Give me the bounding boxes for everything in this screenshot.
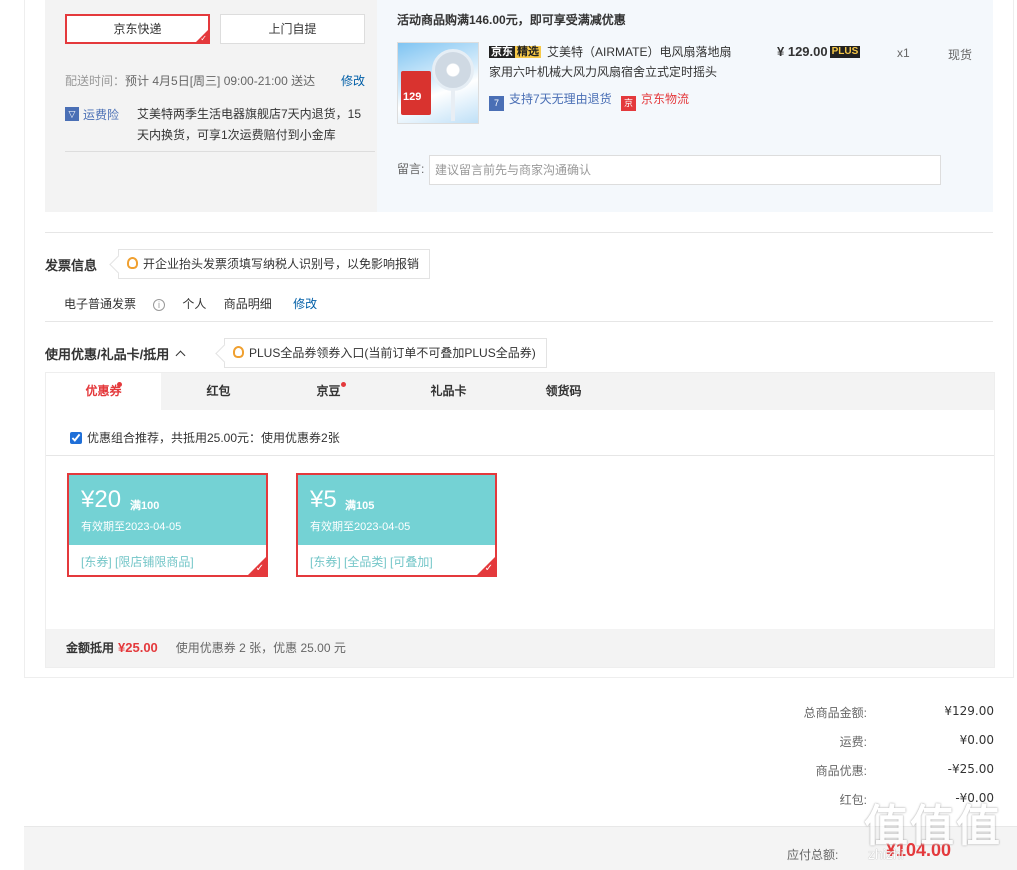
memo-label: 留言:: [397, 162, 425, 176]
coupon-amount: ¥5: [310, 486, 337, 513]
watermark-site: zhizhi: [868, 846, 904, 862]
modify-invoice-link[interactable]: 修改: [293, 297, 317, 311]
service-return: 支持7天无理由退货: [509, 92, 612, 106]
summary-desc: 使用优惠券 2 张，优惠 25.00 元: [175, 641, 346, 655]
info-icon[interactable]: i: [153, 299, 166, 311]
tab-coupons[interactable]: 优惠券: [46, 373, 161, 410]
coupon-summary: 金额抵用 ¥25.00 使用优惠券 2 张，优惠 25.00 元: [46, 629, 994, 667]
stock-status: 现货: [948, 48, 973, 62]
service-logistics: 京东物流: [641, 92, 690, 106]
self-pickup-option[interactable]: 上门自提: [220, 14, 365, 44]
delivery-time-value: 预计 4月5日[周三] 09:00-21:00 送达: [125, 74, 316, 88]
delivery-time: 配送时间：预计 4月5日[周三] 09:00-21:00 送达 修改: [65, 72, 375, 89]
check-icon: ✓: [255, 563, 264, 574]
payable-label: 应付总额:: [787, 848, 839, 862]
shipping-insurance: ▽ 运费险 艾美特两季生活电器旗舰店7天内退货，15天内换货，可享1次运费赔付到…: [65, 104, 375, 152]
fan-head-shape: [432, 49, 474, 91]
invoice-tip: 开企业抬头发票须填写纳税人识别号，以免影响报销: [118, 249, 431, 279]
invoice-holder: 个人: [182, 297, 207, 311]
summary-amount: ¥25.00: [118, 640, 158, 655]
combo-recommend[interactable]: 优惠组合推荐，共抵用25.00元：使用优惠券2张: [70, 429, 340, 446]
tab-gift-card[interactable]: 礼品卡: [391, 373, 506, 410]
divider: [45, 321, 993, 322]
insurance-icon: ▽: [65, 107, 79, 121]
image-price-text: 129: [403, 91, 422, 103]
delivery-time-label: 配送时间：: [65, 74, 126, 88]
coupon-tabs: 优惠券 红包 京豆 礼品卡 领货码: [46, 373, 994, 410]
product-services: 7 支持7天无理由退货 京京东物流: [489, 90, 689, 111]
jd-logistics-icon: 京: [621, 96, 637, 111]
insurance-text: 艾美特两季生活电器旗舰店7天内退货，15天内换货，可享1次运费赔付到小金库: [137, 107, 362, 142]
jd-express-label: 京东快递: [113, 22, 162, 36]
product-image[interactable]: 129: [397, 42, 479, 124]
invoice-title: 发票信息: [45, 258, 98, 273]
coupon-tags: [东券] [全品类] [可叠加]: [310, 555, 433, 569]
new-dot: [117, 382, 122, 387]
fan-pole-shape: [451, 89, 455, 121]
product-panel: 活动商品购满146.00元，即可享受满减优惠 129 京东 精选 艾美特（AIRMA…: [377, 0, 993, 212]
coupon-condition: 满100: [130, 500, 160, 512]
modify-delivery-link[interactable]: 修改: [341, 72, 365, 89]
memo-input[interactable]: [429, 155, 941, 185]
shipping-fee-row: 运费: ¥0.00: [839, 733, 994, 749]
coupon-expiry: 有效期至2023-04-05: [81, 521, 182, 533]
plus-coupon-tip[interactable]: PLUS全品券领券入口(当前订单不可叠加PLUS全品券): [224, 338, 547, 368]
coupon-tags: [东券] [限店铺限商品]: [81, 555, 194, 569]
total-goods-row: 总商品金额: ¥129.00: [803, 704, 994, 720]
jd-express-option[interactable]: 京东快递 ✓: [65, 14, 210, 44]
tab-jd-beans[interactable]: 京豆: [271, 373, 386, 410]
invoice-type: 电子普通发票 i: [64, 297, 166, 311]
insurance-label[interactable]: 运费险: [83, 106, 119, 123]
coupon-panel: 优惠券 红包 京豆 礼品卡 领货码 优惠组合推荐，共抵用25.00元：使用优惠券…: [45, 372, 995, 668]
summary-label: 金额抵用: [66, 641, 115, 655]
coupon-face: ¥5 满105 有效期至2023-04-05: [298, 475, 495, 545]
coupon-amount: ¥20: [81, 486, 122, 513]
lightbulb-icon: [233, 346, 244, 358]
coupon-card[interactable]: ¥20 满100 有效期至2023-04-05 [东券] [限店铺限商品] ✓: [67, 473, 268, 577]
new-dot: [341, 382, 346, 387]
tab-redeem-code[interactable]: 领货码: [506, 373, 621, 410]
plus-badge: PLUS: [829, 46, 861, 58]
invoice-content: 商品明细: [223, 297, 272, 311]
combo-checkbox[interactable]: [70, 432, 82, 444]
product-price: ¥ 129.00 PLUS: [777, 44, 861, 59]
jd-selected-badge: 京东 精选: [489, 46, 541, 58]
lightbulb-icon: [127, 257, 138, 269]
coupon-section-title[interactable]: 使用优惠/礼品卡/抵用: [45, 344, 186, 363]
check-icon: ✓: [200, 34, 207, 43]
tab-red-packet[interactable]: 红包: [161, 373, 276, 410]
promo-title: 活动商品购满146.00元，即可享受满减优惠: [397, 13, 626, 27]
invoice-details: 电子普通发票 i 个人 商品明细 修改: [64, 295, 331, 312]
discount-row: 商品优惠: -¥25.00: [815, 762, 994, 778]
shipping-section: 京东快递 ✓ 上门自提 配送时间：预计 4月5日[周三] 09:00-21:00…: [45, 0, 993, 212]
product-qty: x1: [897, 46, 910, 60]
self-pickup-label: 上门自提: [268, 22, 317, 36]
coupon-condition: 满105: [345, 500, 375, 512]
chevron-up-icon[interactable]: [175, 350, 186, 361]
coupon-card[interactable]: ¥5 满105 有效期至2023-04-05 [东券] [全品类] [可叠加] …: [296, 473, 497, 577]
divider: [45, 232, 993, 233]
coupon-expiry: 有效期至2023-04-05: [310, 521, 411, 533]
return-icon: 7: [489, 96, 504, 111]
coupon-face: ¥20 满100 有效期至2023-04-05: [69, 475, 266, 545]
check-icon: ✓: [484, 563, 493, 574]
divider: [46, 455, 994, 456]
watermark-logo: 值值值: [864, 802, 1002, 851]
product-name[interactable]: 京东 精选 艾美特（AIRMATE）电风扇落地扇家用六叶机械大风力风扇宿舍立式定时摇…: [489, 42, 739, 82]
